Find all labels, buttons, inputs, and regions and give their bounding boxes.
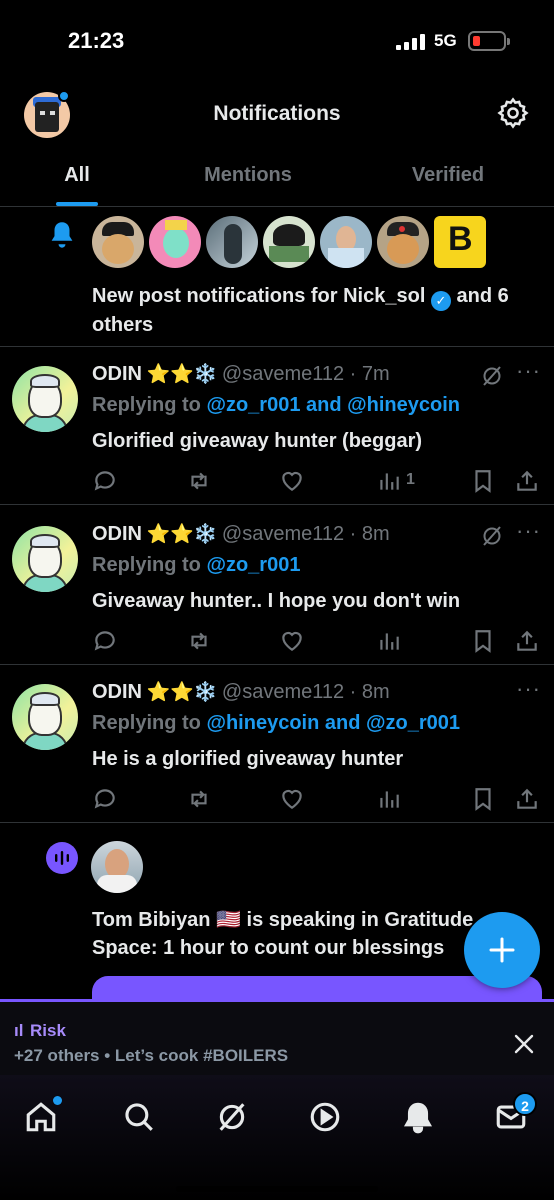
reply-icon[interactable]	[92, 628, 118, 654]
dock-subtitle: +27 others • Let’s cook #BOILERS	[14, 1046, 289, 1065]
dock-title: ıl Risk	[14, 1021, 66, 1040]
more-options-icon[interactable]: ···	[516, 676, 541, 702]
home-unread-dot	[53, 1096, 62, 1105]
battery-icon	[468, 31, 510, 51]
notifications-bell-icon[interactable]	[401, 1100, 435, 1134]
repost-icon[interactable]	[186, 786, 212, 812]
avatar[interactable]	[206, 216, 258, 268]
views-icon[interactable]	[376, 468, 402, 494]
avatar[interactable]	[12, 684, 78, 750]
tab-mentions[interactable]: Mentions	[178, 164, 318, 187]
network-label: 5G	[434, 31, 457, 50]
bookmark-icon[interactable]	[470, 786, 496, 812]
tab-all[interactable]: All	[40, 164, 114, 187]
row-divider	[0, 822, 554, 823]
author-line: ODIN ⭐⭐❄️ @saveme112 · 8m	[92, 680, 390, 704]
author-name[interactable]: ODIN	[92, 681, 142, 703]
tabs-divider	[0, 206, 554, 207]
author-line: ODIN ⭐⭐❄️ @saveme112 · 7m	[92, 362, 390, 386]
reply-icon[interactable]	[92, 786, 118, 812]
replying-to-handles[interactable]: @hineycoin and @zo_r001	[206, 712, 460, 734]
like-icon[interactable]	[279, 468, 305, 494]
search-icon[interactable]	[122, 1100, 156, 1134]
messages-badge: 2	[513, 1092, 537, 1116]
views-icon[interactable]	[376, 786, 402, 812]
row-divider	[0, 346, 554, 347]
repost-icon[interactable]	[186, 468, 212, 494]
like-icon[interactable]	[279, 786, 305, 812]
more-options-icon[interactable]: ···	[516, 518, 541, 544]
views-count: 1	[406, 471, 415, 488]
author-handle-time[interactable]: @saveme112 · 7m	[222, 363, 390, 385]
post-notification-text[interactable]: New post notifications for Nick_sol ✓ an…	[92, 282, 544, 339]
page-title: Notifications	[213, 102, 341, 125]
repost-icon[interactable]	[186, 628, 212, 654]
more-options-icon[interactable]: ···	[516, 358, 541, 384]
author-emojis: ⭐⭐❄️	[146, 682, 218, 703]
reply-text: He is a glorified giveaway hunter	[92, 748, 404, 770]
reply-text: Glorified giveaway hunter (beggar)	[92, 430, 423, 452]
reply-icon[interactable]	[92, 468, 118, 494]
plus-icon	[489, 937, 515, 963]
bookmark-icon[interactable]	[470, 628, 496, 654]
verified-badge-icon: ✓	[430, 291, 451, 311]
signal-icon	[396, 34, 426, 50]
share-icon[interactable]	[514, 468, 540, 494]
row-divider	[0, 504, 554, 505]
author-handle-time[interactable]: @saveme112 · 8m	[222, 523, 390, 545]
audio-bars-icon: ıl	[14, 1021, 24, 1040]
avatar[interactable]	[263, 216, 315, 268]
author-emojis: ⭐⭐❄️	[146, 364, 218, 385]
speaker-avatar[interactable]	[91, 841, 143, 893]
avatar[interactable]	[149, 216, 201, 268]
avatar[interactable]	[377, 216, 429, 268]
close-icon[interactable]	[512, 1032, 536, 1056]
avatar[interactable]	[12, 526, 78, 592]
grok-icon[interactable]	[480, 364, 504, 388]
share-icon[interactable]	[514, 628, 540, 654]
home-indicator	[176, 1186, 378, 1192]
author-name[interactable]: ODIN	[92, 363, 142, 385]
like-icon[interactable]	[279, 628, 305, 654]
replying-to: Replying to @hineycoin and @zo_r001	[92, 712, 460, 734]
reply-text: Giveaway hunter.. I hope you don't win	[92, 590, 461, 612]
bottom-nav	[0, 1075, 554, 1200]
status-time: 21:23	[68, 28, 125, 53]
bookmark-icon[interactable]	[470, 468, 496, 494]
replying-to: Replying to @zo_r001	[92, 554, 301, 576]
grok-icon[interactable]	[215, 1100, 249, 1134]
replying-to: Replying to @zo_r001 and @hineycoin	[92, 394, 460, 416]
spaces-icon	[46, 842, 78, 874]
author-line: ODIN ⭐⭐❄️ @saveme112 · 8m	[92, 522, 390, 546]
home-icon[interactable]	[24, 1100, 58, 1134]
row-divider	[0, 664, 554, 665]
compose-button[interactable]	[464, 912, 540, 988]
replying-to-handles[interactable]: @zo_r001	[206, 554, 300, 576]
tab-verified[interactable]: Verified	[388, 164, 508, 187]
avatar[interactable]	[12, 366, 78, 432]
author-name[interactable]: ODIN	[92, 523, 142, 545]
notification-bell-icon	[51, 222, 73, 248]
author-emojis: ⭐⭐❄️	[146, 524, 218, 545]
author-handle-time[interactable]: @saveme112 · 8m	[222, 681, 390, 703]
settings-gear-icon[interactable]	[496, 96, 530, 130]
avatar[interactable]	[92, 216, 144, 268]
unread-dot	[58, 90, 70, 102]
views-icon[interactable]	[376, 628, 402, 654]
replying-to-handles[interactable]: @zo_r001 and @hineycoin	[206, 394, 460, 416]
avatar[interactable]: B	[434, 216, 486, 268]
grok-icon[interactable]	[480, 524, 504, 548]
notification-avatars: B	[92, 216, 486, 270]
avatar[interactable]	[320, 216, 372, 268]
video-play-icon[interactable]	[308, 1100, 342, 1134]
share-icon[interactable]	[514, 786, 540, 812]
